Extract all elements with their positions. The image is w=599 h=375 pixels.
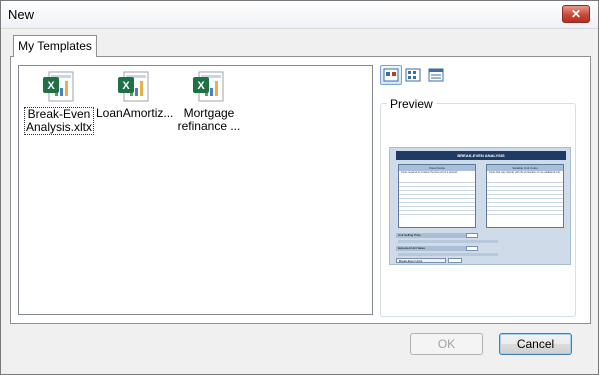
template-item-break-even[interactable]: X Break-Even Analysis.xltx: [24, 70, 94, 135]
preview-sheet-title: BREAK-EVEN ANALYSIS: [396, 151, 566, 160]
tab-my-templates[interactable]: My Templates: [13, 35, 97, 57]
template-item-loan-amortization[interactable]: X LoanAmortiz...: [96, 70, 174, 120]
template-label: Mortgage refinance ...: [177, 106, 241, 133]
details-view-button[interactable]: [425, 65, 447, 85]
svg-text:X: X: [122, 80, 130, 92]
preview-note: [398, 253, 498, 256]
preview-note: [398, 240, 498, 243]
cancel-button[interactable]: Cancel: [499, 333, 572, 355]
template-label: Break-Even Analysis.xltx: [24, 107, 94, 135]
list-icon: [405, 68, 421, 82]
preview-label: Preview: [387, 97, 436, 111]
close-button[interactable]: ✕: [562, 5, 590, 23]
preview-unit-selling-price: Unit Selling Price: [396, 233, 466, 238]
preview-fixed-costs-table: Fixed Costs Costs required to produce th…: [398, 164, 476, 228]
template-preview-image: BREAK-EVEN ANALYSIS Fixed Costs Costs re…: [389, 147, 571, 265]
window-title: New: [8, 7, 35, 22]
template-label: LoanAmortiz...: [96, 106, 174, 120]
list-view-button[interactable]: [402, 65, 424, 85]
svg-text:X: X: [197, 80, 205, 92]
template-item-mortgage-refinance[interactable]: X Mortgage refinance ...: [174, 70, 244, 133]
excel-template-icon: X: [117, 70, 151, 104]
preview-break-even-units: Break-Even Units: [396, 258, 446, 263]
large-icons-view-button[interactable]: [380, 65, 402, 85]
preview-fixed-costs-desc: Costs required to produce the first unit…: [401, 171, 458, 174]
large-icons-icon: [383, 68, 399, 82]
excel-template-icon: X: [42, 70, 76, 104]
close-icon: ✕: [570, 7, 582, 21]
ok-button[interactable]: OK: [410, 333, 483, 355]
preview-expected-unit-sales-value: [466, 246, 478, 251]
tab-label: My Templates: [18, 39, 92, 53]
preview-unit-selling-price-value: [466, 233, 478, 238]
tab-panel: X Break-Even Analysis.xltx X LoanAmortiz…: [10, 56, 591, 324]
preview-expected-unit-sales: Expected Unit Sales: [396, 246, 466, 251]
preview-variable-costs-desc: Costs that vary directly with the produc…: [489, 171, 560, 174]
template-list[interactable]: X Break-Even Analysis.xltx X LoanAmortiz…: [18, 65, 373, 315]
preview-break-even-units-value: [448, 258, 462, 263]
preview-variable-costs-table: Variable Unit Costs Costs that vary dire…: [486, 164, 564, 228]
title-bar[interactable]: New ✕: [1, 1, 598, 29]
svg-text:X: X: [47, 80, 55, 92]
details-icon: [428, 68, 444, 82]
new-dialog: New ✕ My Templates X Break-Even Analysis…: [0, 0, 599, 375]
excel-template-icon: X: [192, 70, 226, 104]
